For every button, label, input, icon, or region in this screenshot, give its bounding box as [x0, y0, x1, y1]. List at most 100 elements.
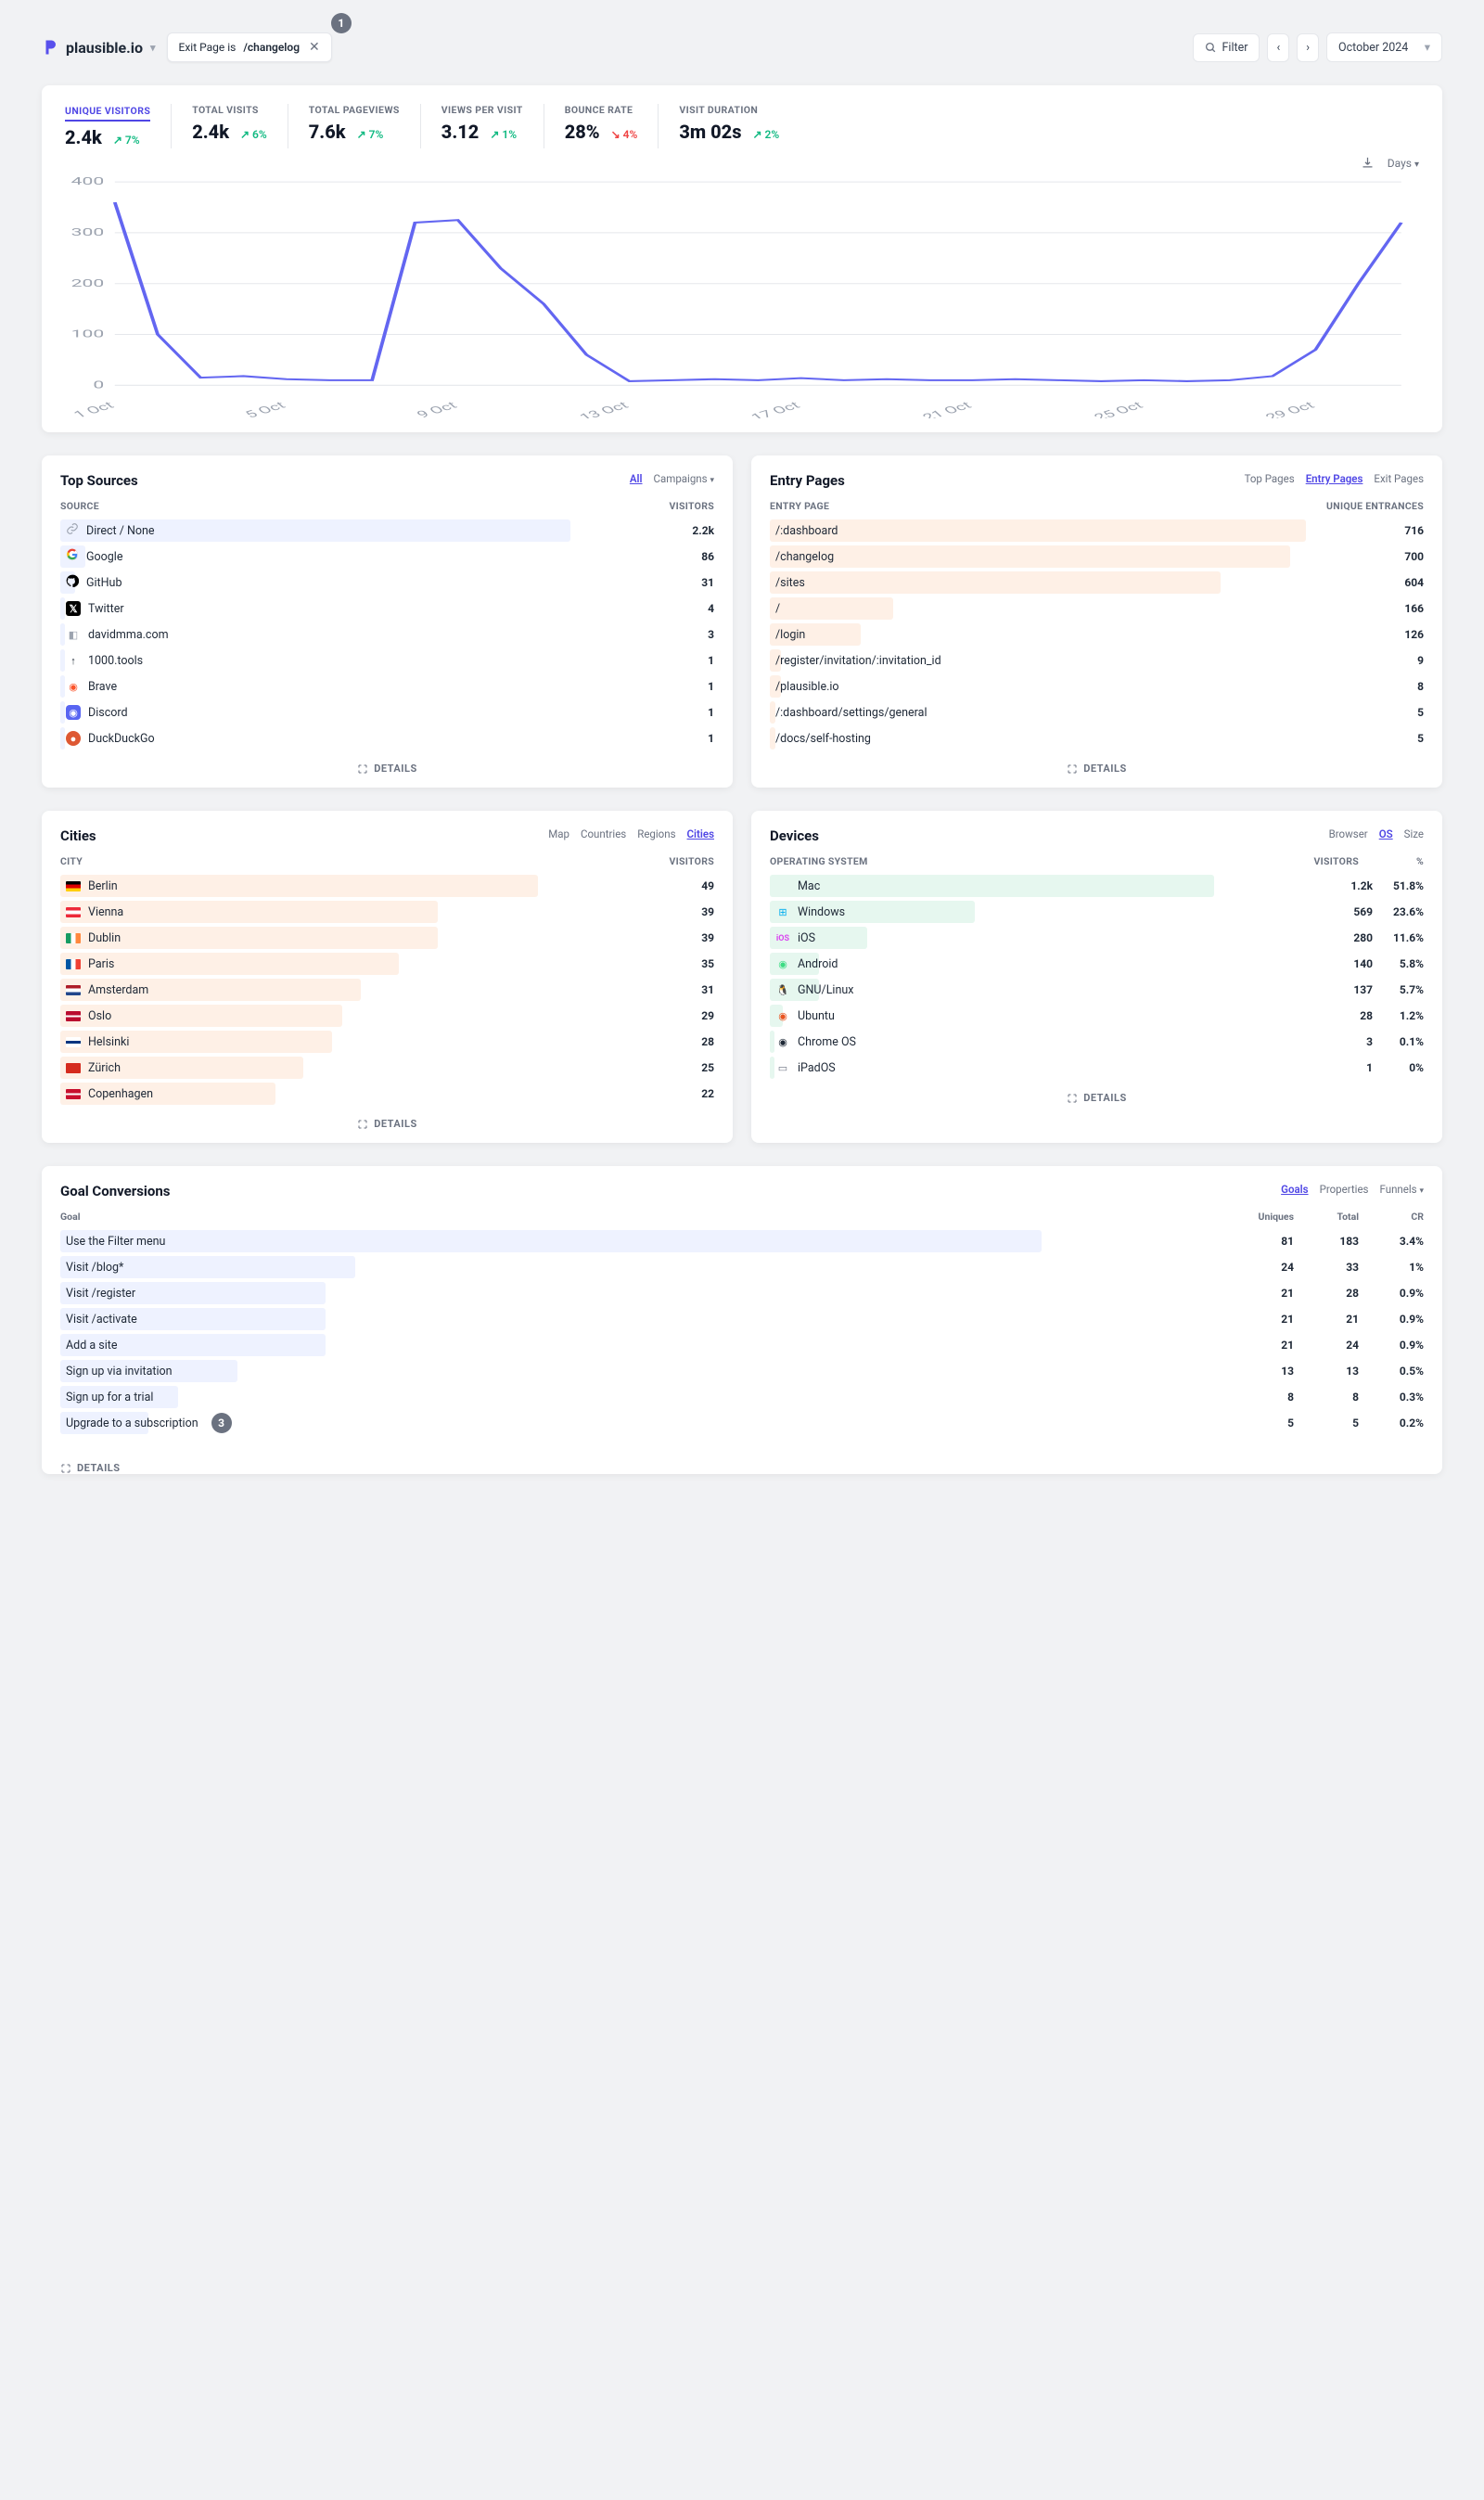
- tab-map[interactable]: Map: [548, 827, 569, 840]
- metric-visit-duration[interactable]: VISIT DURATION 3m 02s ↗ 2%: [659, 104, 800, 148]
- entry-page-row[interactable]: / 166: [770, 597, 1424, 620]
- entry-page-path: /register/invitation/:invitation_id: [775, 654, 941, 668]
- goal-row[interactable]: Visit /register 21 28 0.9%: [60, 1282, 1424, 1304]
- details-button[interactable]: DETAILS: [1067, 763, 1127, 775]
- goal-name: Upgrade to a subscription: [66, 1417, 198, 1430]
- os-row[interactable]: ◉Android 140 5.8%: [770, 953, 1424, 975]
- goal-row[interactable]: Visit /activate 21 21 0.9%: [60, 1308, 1424, 1330]
- source-row[interactable]: Direct / None 2.2k: [60, 519, 714, 542]
- goal-cr: 0.9%: [1359, 1313, 1424, 1326]
- os-row[interactable]: 🐧GNU/Linux 137 5.7%: [770, 979, 1424, 1001]
- os-row[interactable]: ◉Ubuntu 28 1.2%: [770, 1005, 1424, 1027]
- tab-goals[interactable]: Goals: [1281, 1183, 1308, 1196]
- source-row[interactable]: ●DuckDuckGo 1: [60, 727, 714, 750]
- entry-page-entrances: 700: [1377, 550, 1424, 563]
- tab-funnels[interactable]: Funnels ▾: [1380, 1183, 1425, 1196]
- tab-all[interactable]: All: [630, 472, 643, 485]
- tab-countries[interactable]: Countries: [581, 827, 626, 840]
- os-row[interactable]: ◉Chrome OS 3 0.1%: [770, 1031, 1424, 1053]
- source-row[interactable]: ◧davidmma.com 3: [60, 623, 714, 646]
- entry-page-row[interactable]: /changelog 700: [770, 545, 1424, 568]
- city-row[interactable]: Copenhagen 22: [60, 1083, 714, 1105]
- source-row[interactable]: ◉Discord 1: [60, 701, 714, 724]
- source-row[interactable]: ◉Brave 1: [60, 675, 714, 698]
- entry-page-row[interactable]: /plausible.io 8: [770, 675, 1424, 698]
- tab-entry-pages[interactable]: Entry Pages: [1306, 472, 1363, 485]
- metric-total-pageviews[interactable]: TOTAL PAGEVIEWS 7.6k ↗ 7%: [288, 104, 421, 148]
- goal-row[interactable]: Sign up via invitation 13 13 0.5%: [60, 1360, 1424, 1382]
- entry-page-row[interactable]: /register/invitation/:invitation_id 9: [770, 649, 1424, 672]
- tab-top-pages[interactable]: Top Pages: [1245, 472, 1295, 485]
- entry-page-row[interactable]: /sites 604: [770, 571, 1424, 594]
- col-goal: Goal: [60, 1211, 1229, 1223]
- entry-page-row[interactable]: /:dashboard 716: [770, 519, 1424, 542]
- goal-row[interactable]: Visit /blog* 24 33 1%: [60, 1256, 1424, 1278]
- cities-panel: Cities Map Countries Regions Cities City…: [42, 811, 733, 1143]
- metric-bounce-rate[interactable]: BOUNCE RATE 28% ↘ 4%: [544, 104, 659, 148]
- goal-total: 8: [1294, 1391, 1359, 1404]
- tab-properties[interactable]: Properties: [1320, 1183, 1369, 1196]
- metric-label: VISIT DURATION: [679, 104, 779, 116]
- source-row[interactable]: Google 86: [60, 545, 714, 568]
- close-icon[interactable]: ✕: [309, 40, 320, 55]
- entry-page-row[interactable]: /login 126: [770, 623, 1424, 646]
- entry-page-row[interactable]: /:dashboard/settings/general 5: [770, 701, 1424, 724]
- os-row[interactable]: ⊞Windows 569 23.6%: [770, 901, 1424, 923]
- filter-button-label: Filter: [1222, 41, 1248, 55]
- goal-row[interactable]: Upgrade to a subscription3 5 5 0.2%: [60, 1412, 1424, 1434]
- details-button[interactable]: DETAILS: [357, 763, 417, 775]
- filter-chip[interactable]: Exit Page is /changelog ✕ 1: [167, 32, 332, 62]
- entry-page-entrances: 166: [1377, 602, 1424, 615]
- goal-row[interactable]: Sign up for a trial 8 8 0.3%: [60, 1386, 1424, 1408]
- entry-page-entrances: 604: [1377, 576, 1424, 589]
- city-row[interactable]: Vienna 39: [60, 901, 714, 923]
- tab-campaigns[interactable]: Campaigns ▾: [654, 472, 714, 485]
- next-period-button[interactable]: ›: [1297, 33, 1319, 62]
- tab-exit-pages[interactable]: Exit Pages: [1374, 472, 1424, 485]
- interval-selector[interactable]: Days ▾: [1388, 157, 1419, 170]
- prev-period-button[interactable]: ‹: [1267, 33, 1289, 62]
- city-row[interactable]: Dublin 39: [60, 927, 714, 949]
- metric-views-per-visit[interactable]: VIEWS PER VISIT 3.12 ↗ 1%: [421, 104, 544, 148]
- metric-value: 7.6k: [309, 121, 346, 143]
- city-row[interactable]: Amsterdam 31: [60, 979, 714, 1001]
- city-row[interactable]: Paris 35: [60, 953, 714, 975]
- panel-title: Goal Conversions: [60, 1183, 170, 1199]
- metric-total-visits[interactable]: TOTAL VISITS 2.4k ↗ 6%: [172, 104, 288, 148]
- download-icon[interactable]: [1361, 156, 1375, 170]
- tab-size[interactable]: Size: [1404, 827, 1424, 840]
- link-icon: [66, 522, 79, 539]
- source-row[interactable]: 𝕏Twitter 4: [60, 597, 714, 620]
- details-button[interactable]: DETAILS: [357, 1118, 417, 1130]
- city-row[interactable]: Zürich 25: [60, 1057, 714, 1079]
- entry-page-row[interactable]: /docs/self-hosting 5: [770, 727, 1424, 750]
- site-selector[interactable]: plausible.io ▾: [42, 39, 156, 57]
- annotation-3: 3: [211, 1413, 232, 1433]
- os-row[interactable]: Mac 1.2k 51.8%: [770, 875, 1424, 897]
- city-row[interactable]: Oslo 29: [60, 1005, 714, 1027]
- details-button[interactable]: DETAILS: [60, 1462, 1424, 1474]
- source-row[interactable]: GitHub 31: [60, 571, 714, 594]
- tab-browser[interactable]: Browser: [1329, 827, 1368, 840]
- city-name: Helsinki: [88, 1035, 129, 1049]
- goals-tabs: Goals Properties Funnels ▾: [1281, 1183, 1424, 1196]
- goal-total: 33: [1294, 1261, 1359, 1274]
- city-row[interactable]: Helsinki 28: [60, 1031, 714, 1053]
- period-selector[interactable]: October 2024 ▾: [1326, 32, 1442, 62]
- filter-button[interactable]: Filter: [1193, 33, 1260, 62]
- city-row[interactable]: Berlin 49: [60, 875, 714, 897]
- tab-cities[interactable]: Cities: [687, 827, 714, 840]
- details-button[interactable]: DETAILS: [1067, 1092, 1127, 1104]
- goal-row[interactable]: Use the Filter menu 81 183 3.4%: [60, 1230, 1424, 1252]
- os-row[interactable]: iOSiOS 280 11.6%: [770, 927, 1424, 949]
- source-row[interactable]: ↑1000.tools 1: [60, 649, 714, 672]
- goal-row[interactable]: Add a site 21 24 0.9%: [60, 1334, 1424, 1356]
- source-visitors: 86: [668, 550, 714, 563]
- os-row[interactable]: ▭iPadOS 1 0%: [770, 1057, 1424, 1079]
- col-unique-entrances: Unique Entrances: [1326, 500, 1424, 512]
- tab-regions[interactable]: Regions: [637, 827, 675, 840]
- goal-uniques: 81: [1229, 1235, 1294, 1248]
- os-name: iPadOS: [798, 1061, 836, 1075]
- tab-os[interactable]: OS: [1379, 827, 1393, 840]
- metric-unique-visitors[interactable]: UNIQUE VISITORS 2.4k ↗ 7%: [65, 104, 172, 148]
